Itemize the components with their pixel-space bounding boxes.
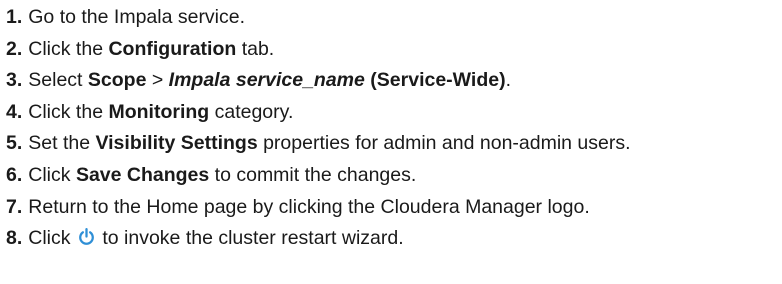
monitoring-category-ref: Monitoring [108, 100, 210, 123]
step-4: 4. Click the Monitoring category. [6, 97, 782, 129]
step-3: 3. Select Scope > Impala service_name (Se… [6, 65, 782, 97]
service-name-ref: Impala service_name [168, 69, 365, 92]
step-text: category. [209, 100, 294, 123]
step-text: to invoke the cluster restart wizard. [96, 227, 404, 250]
step-text: Click the [28, 37, 109, 60]
step-text: . [505, 69, 511, 92]
step-2: 2. Click the Configuration tab. [6, 34, 782, 66]
step-text: Return to the Home page by clicking the … [28, 195, 590, 218]
step-number: 3. [6, 69, 23, 92]
step-text: to commit the changes. [209, 163, 417, 186]
instruction-steps: 1. Go to the Impala service. 2. Click the … [0, 0, 782, 255]
step-text: Click [28, 227, 76, 250]
step-number: 2. [6, 37, 23, 60]
service-wide-ref: (Service-Wide) [364, 69, 506, 92]
path-separator: > [146, 69, 169, 92]
visibility-settings-ref: Visibility Settings [95, 132, 258, 155]
step-text: Set the [28, 132, 96, 155]
step-text: Go to the Impala service. [28, 6, 246, 28]
step-number: 8. [6, 227, 23, 250]
save-changes-ref: Save Changes [75, 163, 210, 186]
step-number: 6. [6, 163, 23, 186]
step-text: Click the [28, 100, 109, 123]
scope-ref: Scope [87, 69, 147, 92]
step-text: Select [28, 69, 88, 92]
step-number: 5. [6, 132, 23, 155]
step-number: 1. [6, 6, 23, 28]
step-number: 7. [6, 195, 23, 218]
step-7: 7. Return to the Home page by clicking th… [6, 192, 782, 224]
restart-power-icon [77, 225, 96, 245]
step-text: tab. [236, 37, 275, 60]
configuration-tab-ref: Configuration [108, 37, 237, 60]
step-1: 1. Go to the Impala service. [6, 2, 782, 34]
step-text: Click [28, 163, 76, 186]
step-5: 5. Set the Visibility Settings properties… [6, 128, 782, 160]
step-8: 8. Click to invoke the cluster restart wi… [6, 223, 782, 255]
step-text: properties for admin and non-admin users… [257, 132, 631, 155]
step-number: 4. [6, 100, 23, 123]
step-6: 6. Click Save Changes to commit the chang… [6, 160, 782, 192]
